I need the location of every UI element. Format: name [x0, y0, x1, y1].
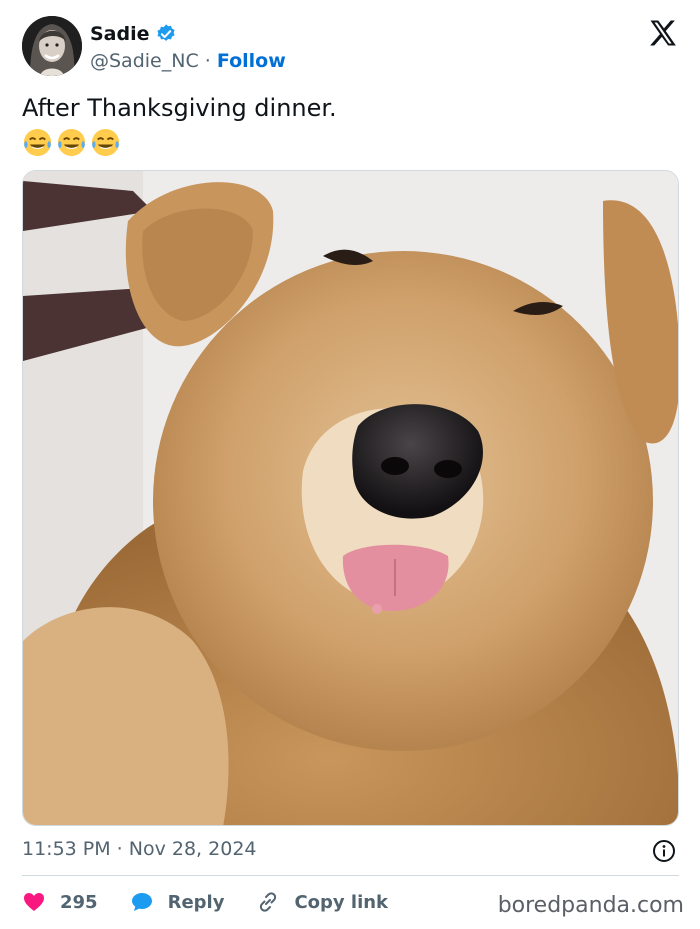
tweet-photo[interactable]	[22, 170, 679, 826]
author-block: Sadie @Sadie_NC · Follow	[90, 22, 286, 74]
tweet-timestamp[interactable]: 11:53 PM · Nov 28, 2024	[22, 838, 257, 860]
emoji-row	[22, 127, 337, 158]
action-bar: 295 Reply Copy link	[22, 886, 420, 918]
copy-link-label: Copy link	[294, 891, 389, 913]
avatar[interactable]	[22, 16, 82, 76]
tears-of-joy-emoji-icon	[91, 128, 120, 157]
reply-button[interactable]: Reply	[130, 890, 225, 914]
divider	[22, 875, 679, 876]
reply-label: Reply	[167, 891, 225, 913]
info-icon[interactable]	[652, 839, 676, 863]
tweet-text: After Thanksgiving dinner.	[22, 94, 337, 122]
tweet-body: After Thanksgiving dinner.	[22, 92, 337, 158]
copy-link-button[interactable]: Copy link	[256, 890, 388, 914]
display-name[interactable]: Sadie	[90, 23, 150, 45]
speech-bubble-icon	[131, 893, 152, 911]
tears-of-joy-emoji-icon	[57, 128, 86, 157]
tears-of-joy-emoji-icon	[23, 128, 52, 157]
watermark: boredpanda.com	[497, 893, 684, 918]
handle[interactable]: @Sadie_NC	[90, 50, 199, 72]
tweet-header: Sadie @Sadie_NC · Follow	[22, 16, 682, 78]
golden-retriever-photo	[23, 171, 678, 825]
like-count: 295	[60, 891, 98, 913]
verified-badge-icon	[156, 24, 175, 41]
link-icon	[260, 892, 277, 912]
separator: ·	[204, 50, 211, 72]
heart-icon	[24, 893, 44, 911]
follow-button[interactable]: Follow	[217, 50, 286, 72]
like-button[interactable]: 295	[22, 890, 98, 914]
x-logo-icon[interactable]	[648, 18, 678, 48]
